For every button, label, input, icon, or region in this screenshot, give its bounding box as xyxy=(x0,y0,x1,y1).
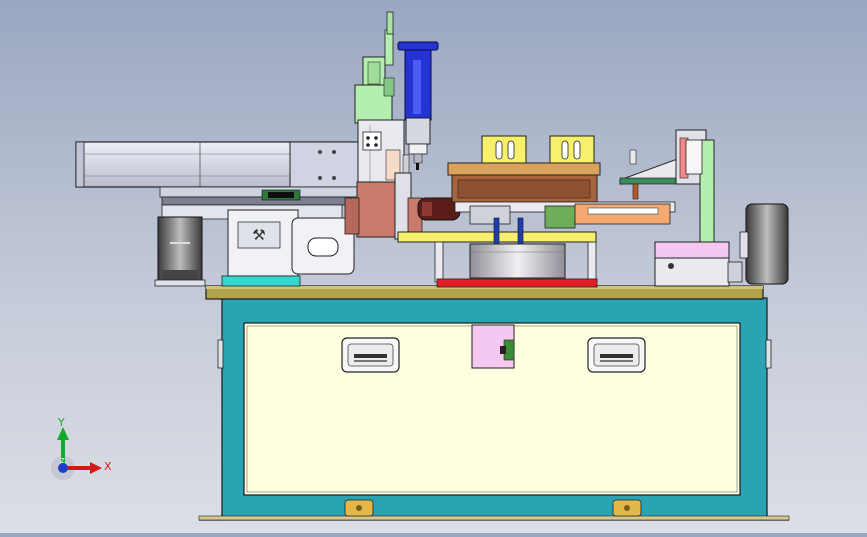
drive-motor: ⚒ xyxy=(221,209,355,287)
cad-viewport[interactable]: ⚒ Y X Z xyxy=(0,0,867,533)
linear-rail-module xyxy=(75,141,361,220)
machine-drawing: ⚒ Y X Z xyxy=(51,11,790,521)
right-drive-roller xyxy=(739,203,789,285)
left-drive-roller xyxy=(154,216,206,287)
triad-x-label: X xyxy=(104,460,112,473)
red-base-plate xyxy=(436,278,598,288)
cabinet-handle-right[interactable] xyxy=(587,337,646,373)
triad-z-label: Z xyxy=(60,457,65,465)
coordinate-triad-icon: Y X Z xyxy=(51,416,112,480)
center-junction-box xyxy=(471,324,515,369)
leveling-pad-right xyxy=(612,499,642,517)
leveling-pad-left xyxy=(344,499,374,517)
pump-assembly xyxy=(344,172,423,240)
svg-text:⚒: ⚒ xyxy=(252,226,265,244)
dispensing-head xyxy=(354,11,410,196)
triad-y-label: Y xyxy=(57,416,65,429)
cabinet-handle-left[interactable] xyxy=(341,337,400,373)
cabinet xyxy=(198,297,790,521)
